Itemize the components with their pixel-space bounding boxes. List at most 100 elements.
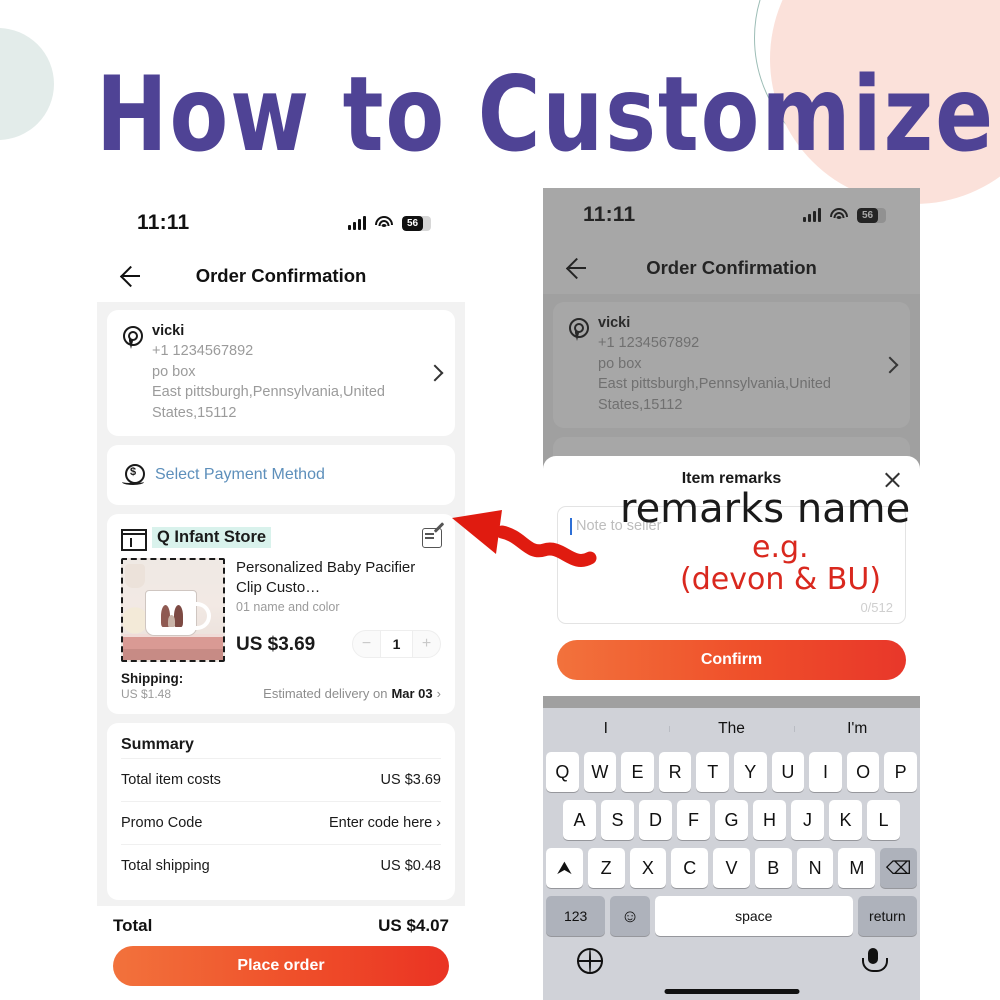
summary-value: US $0.48 bbox=[380, 858, 441, 875]
key-o[interactable]: O bbox=[846, 752, 880, 792]
page-title: How to Customize bbox=[96, 55, 996, 175]
sheet-title: Item remarks bbox=[681, 470, 782, 487]
globe-icon[interactable] bbox=[577, 948, 603, 974]
key-c[interactable]: C bbox=[671, 848, 709, 888]
address-line3: States,15112 bbox=[152, 404, 237, 421]
summary-label: Total item costs bbox=[121, 772, 221, 789]
key-k[interactable]: K bbox=[829, 800, 862, 840]
key-x[interactable]: X bbox=[629, 848, 667, 888]
shipping-label: Shipping: bbox=[121, 671, 184, 687]
key-d[interactable]: D bbox=[639, 800, 672, 840]
nav-title: Order Confirmation bbox=[195, 265, 367, 286]
phone-left-screen: 11:11 56 Order Confirmation vicki +1 123… bbox=[97, 196, 465, 1000]
summary-value: US $3.69 bbox=[380, 772, 441, 789]
keyboard-row-3: ⮝ Z X C V B N M ⌫ bbox=[543, 844, 920, 892]
key-u[interactable]: U bbox=[771, 752, 805, 792]
quantity-stepper[interactable]: − 1 + bbox=[352, 630, 441, 659]
quantity-minus-button[interactable]: − bbox=[353, 631, 380, 657]
key-q[interactable]: Q bbox=[546, 752, 579, 792]
onscreen-keyboard: I The I'm Q W E R T Y U I O P A S D F G … bbox=[543, 708, 920, 1000]
confirm-button[interactable]: Confirm bbox=[557, 640, 906, 680]
red-wavy-arrow-icon bbox=[452, 510, 597, 567]
key-n[interactable]: N bbox=[796, 848, 834, 888]
key-y[interactable]: Y bbox=[734, 752, 767, 792]
summary-title: Summary bbox=[121, 736, 194, 754]
keyboard-row-4: 123 ☺ space return bbox=[543, 892, 920, 940]
item-title: Personalized Baby Pacifier Clip Custo… bbox=[236, 559, 416, 596]
back-arrow-icon[interactable] bbox=[115, 263, 141, 289]
key-b[interactable]: B bbox=[754, 848, 792, 888]
battery-icon: 56 bbox=[402, 215, 431, 231]
key-v[interactable]: V bbox=[713, 848, 750, 888]
key-f[interactable]: F bbox=[677, 800, 710, 840]
shift-icon[interactable]: ⮝ bbox=[545, 848, 583, 888]
return-key[interactable]: return bbox=[857, 896, 917, 936]
total-value: US $4.07 bbox=[378, 916, 449, 935]
chevron-right-icon: › bbox=[436, 815, 441, 832]
key-z[interactable]: Z bbox=[587, 848, 625, 888]
character-counter: 0/512 bbox=[860, 600, 893, 615]
store-icon bbox=[121, 528, 147, 551]
wifi-icon bbox=[375, 216, 393, 230]
quantity-value[interactable]: 1 bbox=[380, 631, 413, 658]
key-t[interactable]: T bbox=[696, 752, 729, 792]
summary-row-promo-code[interactable]: Promo Code Enter code here › bbox=[121, 801, 441, 844]
key-w[interactable]: W bbox=[583, 752, 617, 792]
promo-code-value: Enter code here bbox=[328, 815, 433, 832]
suggestion-2[interactable]: The bbox=[668, 720, 795, 738]
key-s[interactable]: S bbox=[601, 800, 634, 840]
store-name[interactable]: Q Infant Store bbox=[152, 527, 272, 549]
home-indicator bbox=[664, 989, 799, 994]
keyboard-bottom-bar bbox=[543, 940, 920, 1000]
emoji-icon[interactable]: ☺ bbox=[610, 896, 650, 936]
annotation-example: (devon & BU) bbox=[680, 562, 882, 597]
suggestion-1[interactable]: I bbox=[543, 720, 669, 738]
order-scroll-area: vicki +1 1234567892 po box East pittsbur… bbox=[97, 302, 465, 932]
store-item-card: Q Infant Store Personalized Baby Pacifie… bbox=[107, 514, 455, 715]
backspace-icon[interactable]: ⌫ bbox=[880, 848, 918, 888]
key-m[interactable]: M bbox=[838, 848, 876, 888]
delivery-chevron-icon: › bbox=[436, 686, 441, 702]
item-variant: 01 name and color bbox=[236, 600, 340, 615]
product-mug-image bbox=[121, 558, 225, 663]
address-line1: po box bbox=[152, 363, 196, 380]
shipping-row[interactable]: Shipping: US $1.48 Estimated delivery on… bbox=[121, 671, 441, 701]
key-h[interactable]: H bbox=[753, 800, 786, 840]
keyboard-row-1: Q W E R T Y U I O P bbox=[543, 748, 920, 796]
key-r[interactable]: R bbox=[658, 752, 692, 792]
annotation-eg: e.g. bbox=[752, 530, 809, 565]
decorative-mint-circle bbox=[0, 28, 54, 140]
key-i[interactable]: I bbox=[809, 752, 842, 792]
payment-method-card[interactable]: Select Payment Method bbox=[107, 445, 455, 506]
place-order-button[interactable]: Place order bbox=[113, 946, 449, 986]
summary-row-total-shipping: Total shipping US $0.48 bbox=[121, 844, 441, 887]
space-key[interactable]: space bbox=[654, 896, 853, 936]
key-g[interactable]: G bbox=[715, 800, 748, 840]
key-p[interactable]: P bbox=[884, 752, 917, 792]
delivery-prefix: Estimated delivery on bbox=[263, 686, 388, 702]
summary-card: Summary Total item costs US $3.69 Promo … bbox=[107, 723, 455, 901]
key-l[interactable]: L bbox=[867, 800, 900, 840]
suggestion-3[interactable]: I'm bbox=[794, 720, 920, 738]
key-a[interactable]: A bbox=[563, 800, 596, 840]
numbers-key[interactable]: 123 bbox=[546, 896, 606, 936]
poster-canvas: How to Customize 11:11 56 Order Confirma… bbox=[0, 0, 1000, 1000]
status-bar: 11:11 56 bbox=[97, 196, 465, 250]
key-j[interactable]: J bbox=[791, 800, 824, 840]
total-label: Total bbox=[113, 916, 153, 935]
shipping-cost: US $1.48 bbox=[121, 687, 172, 702]
chevron-right-icon bbox=[429, 367, 441, 379]
key-e[interactable]: E bbox=[621, 752, 654, 792]
battery-level: 56 bbox=[402, 215, 423, 231]
summary-label: Total shipping bbox=[121, 858, 210, 875]
payment-method-label: Select Payment Method bbox=[155, 466, 325, 484]
microphone-icon[interactable] bbox=[860, 948, 888, 974]
quantity-plus-button[interactable]: + bbox=[413, 631, 440, 657]
status-time: 11:11 bbox=[137, 211, 190, 234]
suggestion-bar: I The I'm bbox=[543, 710, 920, 748]
delivery-date: Mar 03 bbox=[391, 686, 433, 702]
address-line2: East pittsburgh,Pennsylvania,United bbox=[152, 384, 385, 401]
address-card[interactable]: vicki +1 1234567892 po box East pittsbur… bbox=[107, 310, 455, 437]
summary-label: Promo Code bbox=[121, 815, 203, 832]
signal-bars-icon bbox=[348, 216, 366, 230]
